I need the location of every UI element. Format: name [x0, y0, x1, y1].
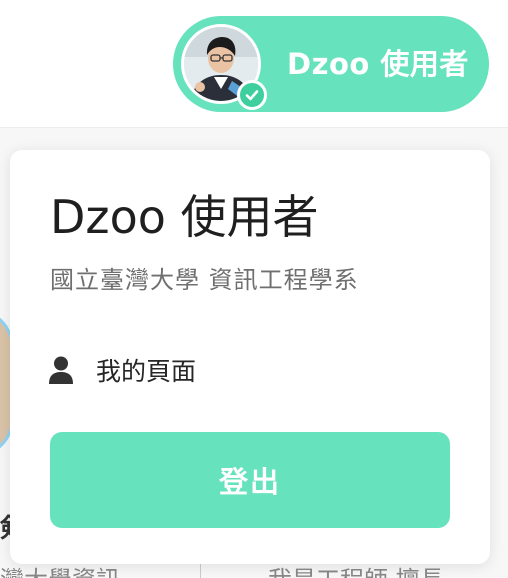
dropdown-user-department: 國立臺灣大學 資訊工程學系 [50, 266, 359, 294]
user-menu-name: Dzoo 使用者 [287, 47, 469, 81]
dropdown-user-name: Dzoo 使用者 [50, 190, 319, 244]
user-avatar-wrap [181, 24, 267, 110]
logout-button[interactable]: 登出 [50, 432, 450, 528]
user-dropdown-menu: Dzoo 使用者 國立臺灣大學 資訊工程學系 我的頁面 登出 [10, 150, 490, 564]
my-page-link[interactable]: 我的頁面 [48, 350, 196, 390]
verified-check-icon [237, 80, 267, 110]
user-menu-button[interactable]: Dzoo 使用者 [173, 16, 489, 112]
page: 剣 灣大學資訊 我是工程師 擅長 [0, 0, 508, 578]
my-page-link-label: 我的頁面 [96, 357, 197, 386]
logout-button-label: 登出 [218, 467, 281, 499]
top-navbar: Dzoo 使用者 [0, 0, 508, 128]
person-icon [49, 356, 73, 384]
